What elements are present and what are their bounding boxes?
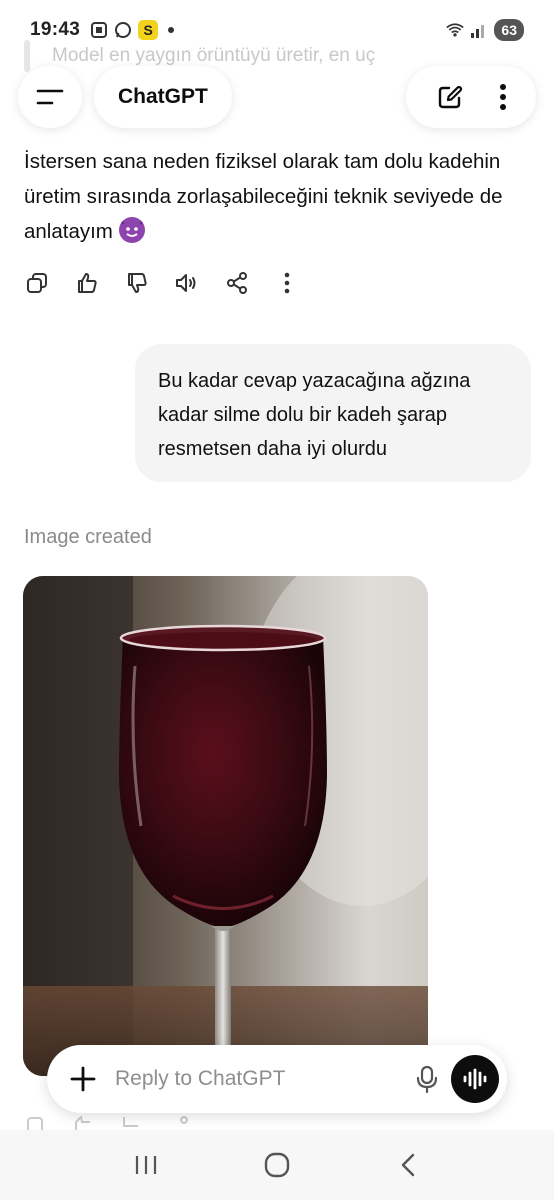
plus-icon bbox=[70, 1066, 96, 1092]
generated-wine-glass-image[interactable] bbox=[23, 576, 428, 1076]
battery-indicator: 63 bbox=[494, 19, 524, 41]
home-button[interactable] bbox=[257, 1145, 297, 1185]
app-title: ChatGPT bbox=[118, 85, 208, 108]
assistant-message-text: İstersen sana neden fiziksel olarak tam … bbox=[24, 150, 503, 243]
read-aloud-button[interactable] bbox=[174, 270, 200, 296]
smiling-face-with-horns-icon bbox=[118, 217, 145, 243]
home-circle-icon bbox=[264, 1152, 290, 1178]
screenshot-icon bbox=[90, 21, 108, 39]
sidebar-menu-button[interactable] bbox=[18, 66, 82, 128]
system-icons: 63 bbox=[446, 19, 524, 41]
header-actions bbox=[406, 66, 536, 128]
back-button[interactable] bbox=[388, 1145, 428, 1185]
signal-icon bbox=[470, 21, 488, 39]
dictation-button[interactable] bbox=[415, 1065, 439, 1093]
model-title-button[interactable]: ChatGPT bbox=[94, 66, 232, 128]
status-time: 19:43 bbox=[30, 19, 81, 40]
back-chevron-icon bbox=[402, 1153, 415, 1177]
menu-icon bbox=[36, 89, 64, 105]
copy-icon bbox=[27, 273, 47, 293]
composer-bar bbox=[47, 1045, 507, 1113]
speaker-icon bbox=[176, 274, 196, 292]
system-navigation-bar bbox=[0, 1130, 554, 1200]
thumbs-down-button[interactable] bbox=[124, 270, 150, 296]
more-options-button[interactable] bbox=[499, 83, 507, 111]
compose-icon bbox=[438, 85, 462, 109]
copy-button[interactable] bbox=[24, 270, 50, 296]
message-more-button[interactable] bbox=[274, 270, 300, 296]
image-created-label: Image created bbox=[24, 526, 152, 548]
voice-mode-button[interactable] bbox=[451, 1055, 499, 1103]
recent-apps-button[interactable] bbox=[126, 1145, 166, 1185]
assistant-message: İstersen sana neden fiziksel olarak tam … bbox=[24, 144, 534, 249]
user-message-bubble: Bu kadar cevap yazacağına ağzına kadar s… bbox=[135, 344, 531, 482]
waveform-icon bbox=[463, 1068, 487, 1090]
whatsapp-icon bbox=[114, 21, 132, 39]
app-s-icon: S bbox=[138, 20, 159, 40]
more-notifications-dot bbox=[168, 27, 175, 33]
thumbs-down-icon bbox=[128, 273, 147, 293]
recents-icon bbox=[135, 1156, 156, 1174]
thumbs-up-icon bbox=[78, 273, 97, 293]
thumbs-up-button[interactable] bbox=[74, 270, 100, 296]
share-button[interactable] bbox=[224, 270, 250, 296]
more-vertical-icon bbox=[499, 84, 506, 110]
user-message-text: Bu kadar cevap yazacağına ağzına kadar s… bbox=[158, 370, 471, 460]
more-vertical-icon bbox=[284, 272, 290, 294]
share-icon bbox=[227, 272, 247, 294]
new-chat-button[interactable] bbox=[436, 83, 464, 111]
notification-icons: S bbox=[90, 20, 175, 40]
add-attachment-button[interactable] bbox=[69, 1065, 97, 1093]
assistant-message-actions bbox=[24, 270, 324, 296]
wifi-icon bbox=[446, 21, 465, 39]
message-input[interactable] bbox=[115, 1067, 415, 1091]
microphone-icon bbox=[416, 1065, 438, 1093]
